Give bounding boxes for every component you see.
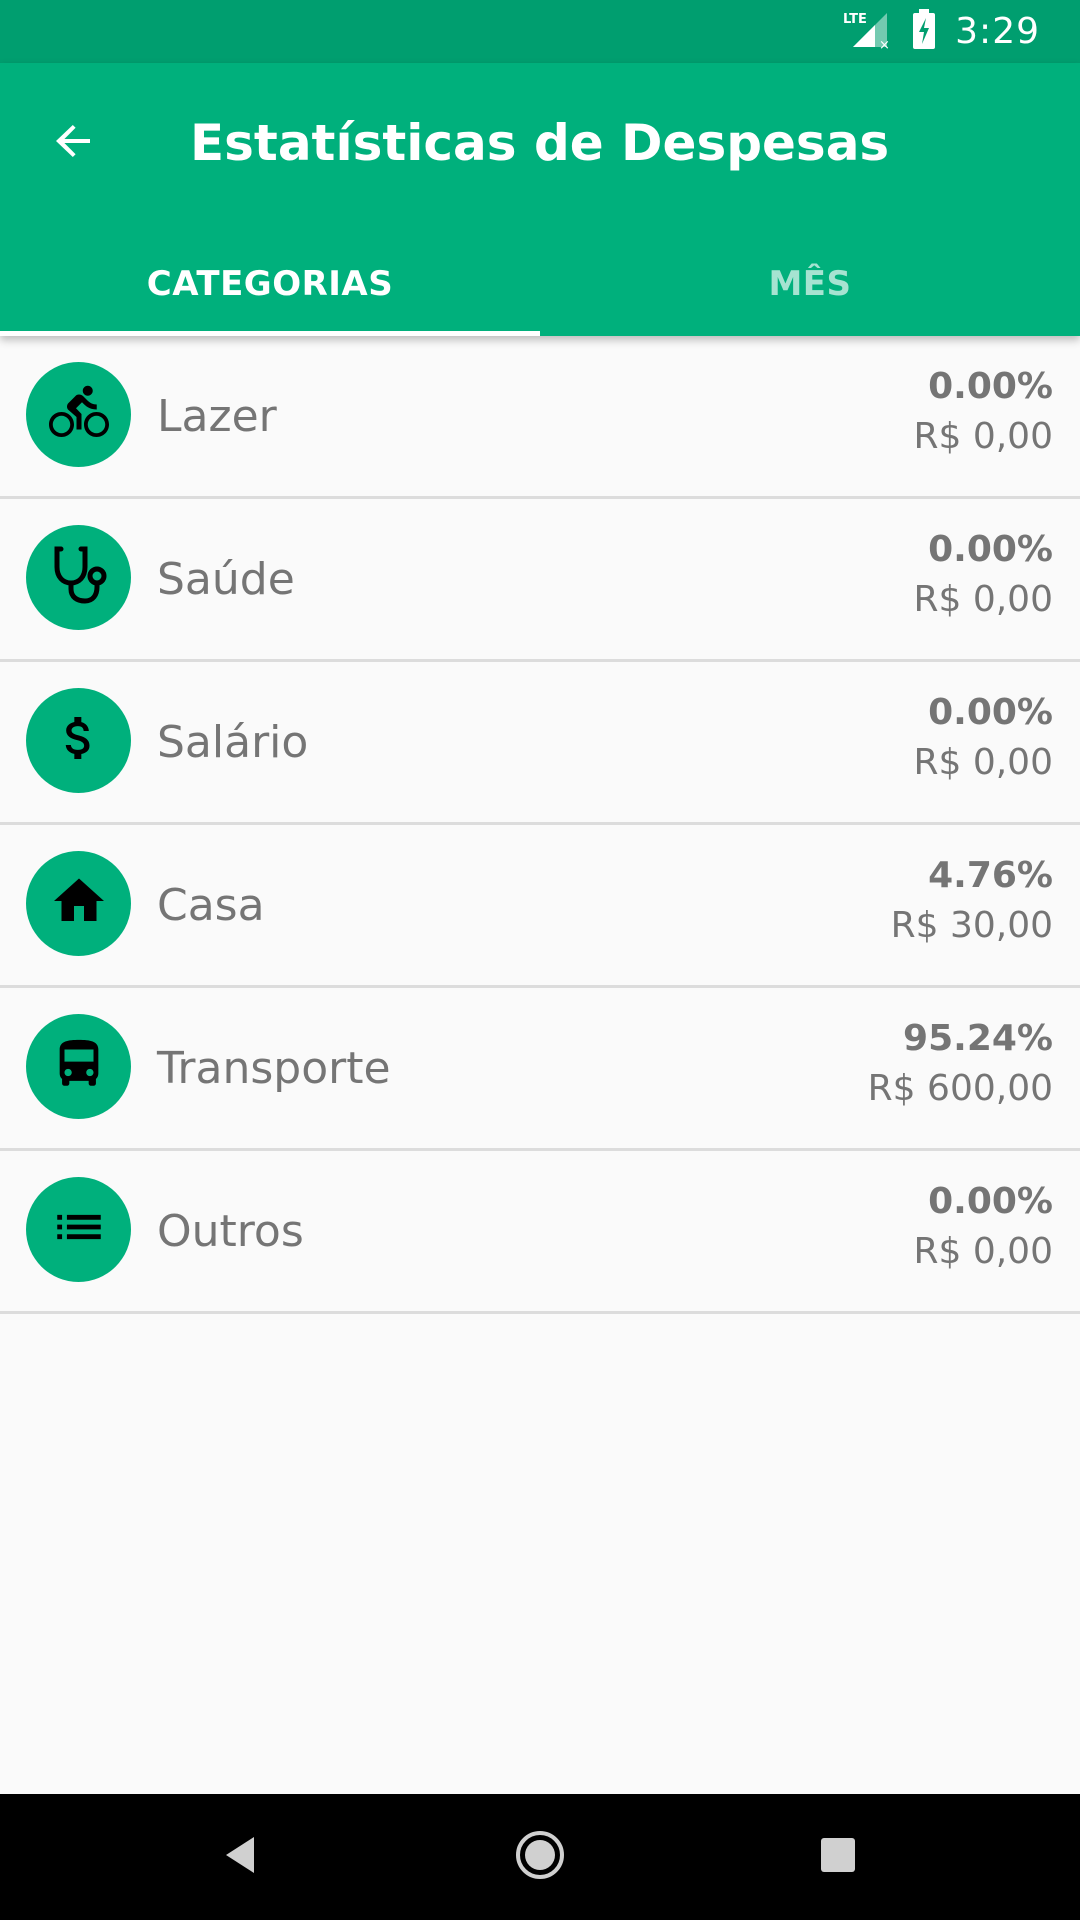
stethoscope-icon [47, 543, 111, 612]
category-icon-circle [26, 1177, 131, 1282]
tab-indicator [0, 331, 540, 336]
category-name: Casa [157, 879, 265, 931]
app-bar: Estatísticas de Despesas CATEGORIAS MÊS [0, 63, 1080, 336]
bike-icon [48, 382, 109, 447]
list-item-saude[interactable]: Saúde 0.00% R$ 0,00 [0, 499, 1080, 662]
category-name: Lazer [157, 390, 277, 442]
list-icon [50, 1198, 108, 1261]
nav-back-button[interactable] [195, 1812, 285, 1902]
category-icon-circle [26, 362, 131, 467]
category-percent: 0.00% [928, 1181, 1053, 1222]
category-percent: 0.00% [928, 529, 1053, 570]
list-item-outros[interactable]: Outros 0.00% R$ 0,00 [0, 1151, 1080, 1314]
category-values: 95.24% R$ 600,00 [868, 1014, 1053, 1114]
category-values: 0.00% R$ 0,00 [913, 362, 1053, 462]
triangle-back-icon [220, 1833, 260, 1882]
bus-icon [50, 1035, 108, 1098]
category-amount: R$ 30,00 [890, 905, 1053, 946]
category-list: Lazer 0.00% R$ 0,00 Saúde 0.00% R$ 0,00 [0, 336, 1080, 1314]
list-item-lazer[interactable]: Lazer 0.00% R$ 0,00 [0, 336, 1080, 499]
back-button[interactable] [36, 105, 112, 181]
list-item-salario[interactable]: Salário 0.00% R$ 0,00 [0, 662, 1080, 825]
category-amount: R$ 0,00 [913, 416, 1053, 457]
status-bar: LTE × 3:29 [0, 0, 1080, 63]
home-icon [49, 871, 109, 936]
tab-mes[interactable]: MÊS [540, 231, 1080, 336]
category-values: 4.76% R$ 30,00 [891, 851, 1053, 951]
category-values: 0.00% R$ 0,00 [913, 688, 1053, 788]
lte-signal-icon: LTE × [843, 9, 893, 54]
svg-text:LTE: LTE [843, 12, 867, 27]
status-time: 3:29 [955, 11, 1040, 52]
system-nav-bar [0, 1794, 1080, 1920]
category-icon-circle [26, 525, 131, 630]
category-amount: R$ 0,00 [913, 742, 1053, 783]
category-percent: 4.76% [928, 855, 1053, 896]
tab-label: MÊS [768, 263, 852, 304]
list-item-casa[interactable]: Casa 4.76% R$ 30,00 [0, 825, 1080, 988]
square-recents-icon [819, 1836, 857, 1879]
category-amount: R$ 600,00 [867, 1068, 1053, 1109]
category-amount: R$ 0,00 [913, 1231, 1053, 1272]
dollar-icon [51, 710, 107, 771]
tab-bar: CATEGORIAS MÊS [0, 231, 1080, 336]
category-percent: 0.00% [928, 366, 1053, 407]
category-icon-circle [26, 1014, 131, 1119]
category-icon-circle [26, 851, 131, 956]
arrow-back-icon [50, 117, 98, 170]
svg-text:×: × [879, 38, 890, 49]
category-values: 0.00% R$ 0,00 [913, 1177, 1053, 1277]
category-percent: 0.00% [928, 692, 1053, 733]
category-name: Saúde [157, 553, 295, 605]
category-name: Transporte [157, 1042, 391, 1094]
category-icon-circle [26, 688, 131, 793]
battery-charging-icon [911, 9, 937, 54]
category-percent: 95.24% [903, 1018, 1053, 1059]
category-values: 0.00% R$ 0,00 [913, 525, 1053, 625]
category-name: Outros [157, 1205, 304, 1257]
category-amount: R$ 0,00 [913, 579, 1053, 620]
nav-home-button[interactable] [495, 1812, 585, 1902]
category-name: Salário [157, 716, 309, 768]
tab-categorias[interactable]: CATEGORIAS [0, 231, 540, 336]
tab-label: CATEGORIAS [146, 263, 394, 304]
page-title: Estatísticas de Despesas [190, 114, 890, 172]
circle-home-icon [514, 1829, 566, 1886]
list-item-transporte[interactable]: Transporte 95.24% R$ 600,00 [0, 988, 1080, 1151]
nav-recents-button[interactable] [793, 1812, 883, 1902]
